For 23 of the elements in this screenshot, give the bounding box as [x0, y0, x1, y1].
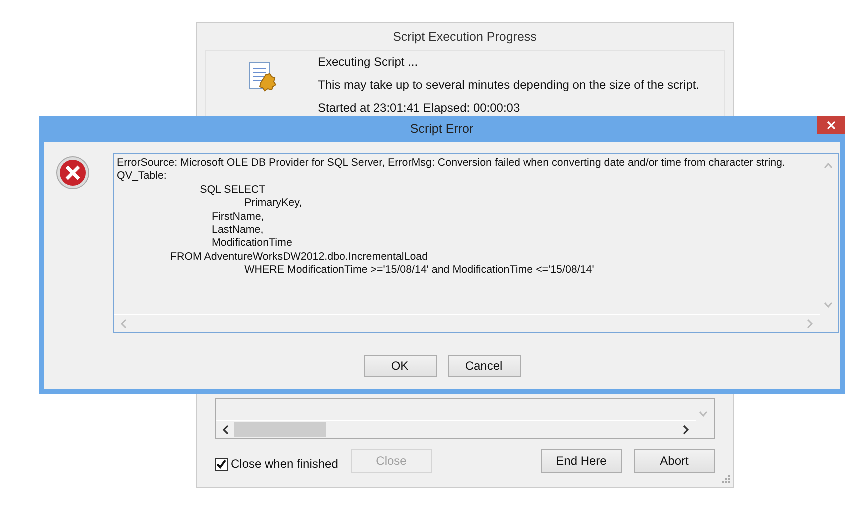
- scrollbar-thumb[interactable]: [234, 422, 326, 437]
- dialog-button[interactable]: Cancel: [448, 355, 520, 377]
- window-title: Script Execution Progress: [392, 29, 538, 46]
- error-message: ErrorSource: Microsoft OLE DB Provider for SQL Server, ErrorMsg: Conversion failed when converting date and/or time from character string. QV_Table: SQL SELECT PrimaryKey, FirstName, LastName, ModificationTime FROM AdventureWorksDW2012.dbo.IncrementalLoad WHERE ModificationTime >='15/08/14' and ModificationTime <='15/08/14': [116, 156, 786, 278]
- scroll-down-icon[interactable]: [824, 302, 833, 308]
- dialog-button[interactable]: End Here: [541, 449, 622, 473]
- error-icon: [56, 156, 90, 190]
- status-heading: Executing Script ...: [318, 55, 420, 69]
- close-icon: [826, 120, 836, 130]
- dialog-button[interactable]: Abort: [634, 449, 715, 473]
- scroll-right-icon[interactable]: [683, 424, 690, 434]
- script-icon: [248, 61, 278, 93]
- scroll-up-icon[interactable]: [824, 163, 833, 169]
- dialog-button[interactable]: OK: [364, 355, 436, 377]
- dialog-title: Script Error: [410, 122, 474, 136]
- checkbox-label: Close when finished: [231, 457, 338, 471]
- scroll-down-icon[interactable]: [699, 411, 708, 417]
- resize-grip-icon[interactable]: [722, 475, 730, 483]
- scroll-left-icon[interactable]: [222, 424, 229, 434]
- close-button[interactable]: [817, 116, 845, 134]
- elapsed-text: Started at 23:01:41 Elapsed: 00:00:03: [318, 101, 522, 115]
- info-text: This may take up to several minutes depending on the size of the script.: [318, 78, 700, 92]
- checkbox[interactable]: [215, 458, 228, 470]
